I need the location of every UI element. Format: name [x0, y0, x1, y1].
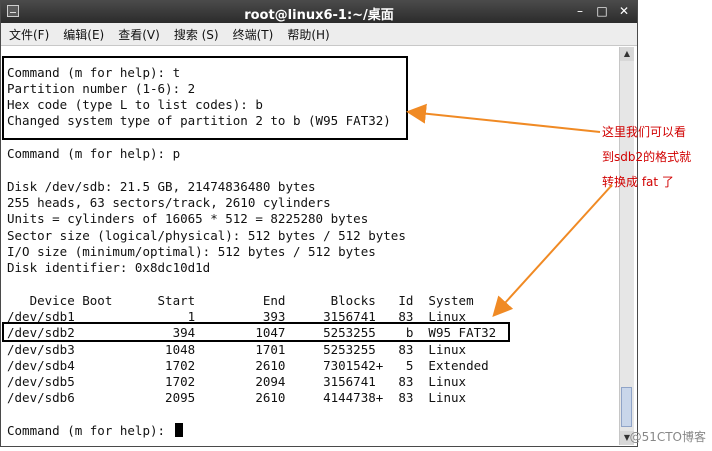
- watermark: @51CTO博客: [629, 430, 706, 444]
- arrow-to-sdb2-row: [492, 184, 613, 317]
- annotation-arrows: [406, 103, 613, 317]
- arrow-to-type-change: [406, 103, 601, 133]
